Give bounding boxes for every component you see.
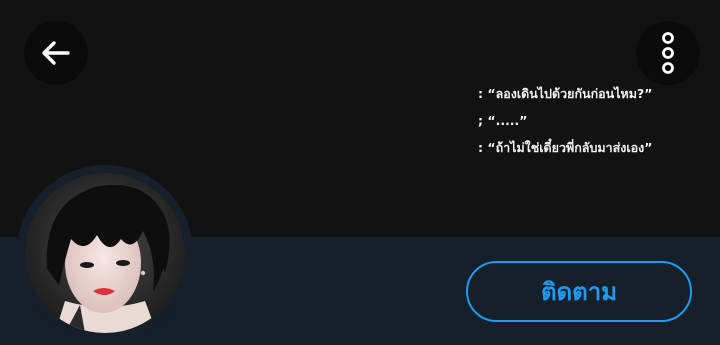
banner-line: ; “.....” [478, 113, 528, 128]
arrow-left-icon [42, 41, 70, 65]
avatar[interactable] [25, 173, 185, 333]
more-options-button[interactable] [636, 21, 700, 85]
banner-text: : “ลองเดินไปด้วยกันก่อนไหม?” ; “.....” :… [478, 80, 653, 161]
follow-button[interactable]: ติดตาม [466, 261, 692, 322]
avatar-photo [25, 173, 185, 333]
more-vertical-icon [662, 32, 674, 74]
banner-line: : “ถ้าไม่ใช่เดี๋ยวพี่กลับมาส่งเอง” [478, 140, 653, 155]
back-button[interactable] [24, 21, 88, 85]
banner-line: : “ลองเดินไปด้วยกันก่อนไหม?” [478, 86, 653, 101]
